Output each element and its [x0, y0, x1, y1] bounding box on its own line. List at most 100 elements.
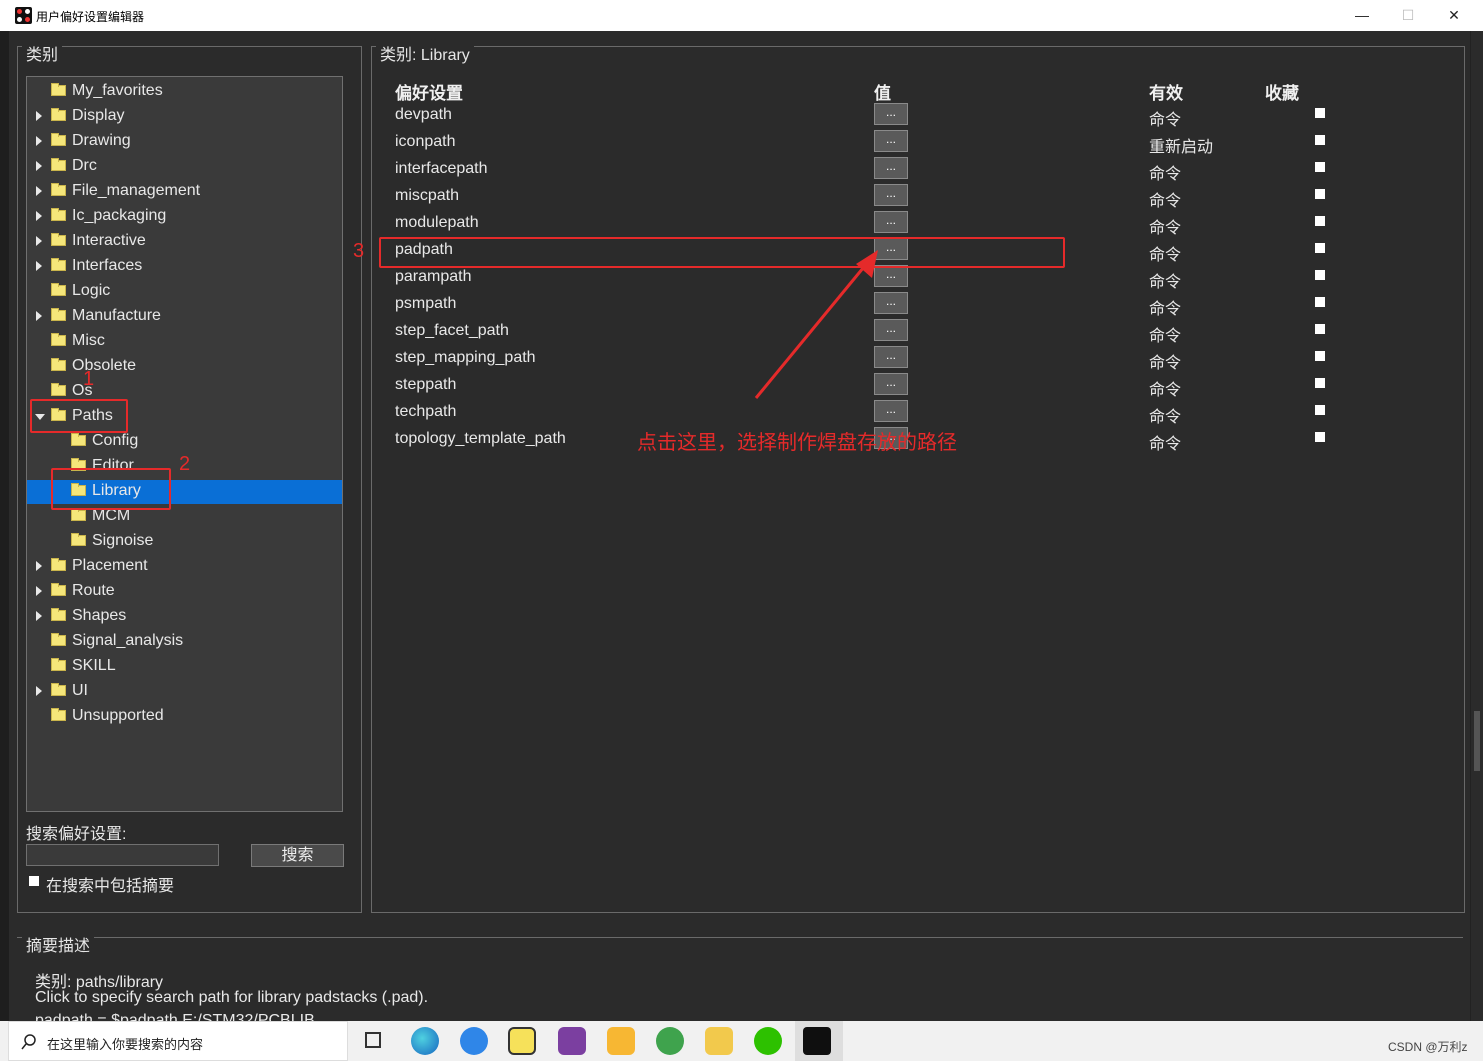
browse-button[interactable]: ...	[874, 157, 908, 179]
pref-name: parampath	[395, 268, 472, 285]
pref-row-steppath: steppath... 命令	[0, 372, 1460, 399]
favorite-checkbox[interactable]	[1315, 270, 1325, 280]
tree-item-skill[interactable]: SKILL	[27, 655, 327, 679]
app-green-icon[interactable]	[656, 1027, 684, 1055]
annotation-arrow	[754, 250, 878, 399]
minimize-button[interactable]: —	[1339, 0, 1385, 31]
pref-name: steppath	[395, 376, 457, 393]
pdf-app-icon[interactable]	[558, 1027, 586, 1055]
favorite-checkbox[interactable]	[1315, 216, 1325, 226]
favorite-checkbox[interactable]	[1315, 405, 1325, 415]
pref-effective: 命令	[1149, 166, 1182, 183]
favorite-checkbox[interactable]	[1315, 378, 1325, 388]
pref-row-techpath: techpath... 命令	[0, 399, 1460, 426]
folder-icon	[51, 608, 66, 621]
folder-icon	[71, 508, 86, 521]
favorite-checkbox[interactable]	[1315, 162, 1325, 172]
chevron-right-icon[interactable]	[36, 561, 42, 571]
favorite-checkbox[interactable]	[1315, 135, 1325, 145]
translator-icon[interactable]	[460, 1027, 488, 1055]
tree-item-label: Unsupported	[72, 707, 164, 724]
annotation-box-library	[51, 468, 171, 510]
tree-item-signoise[interactable]: Signoise	[27, 530, 327, 554]
search-button[interactable]: 搜索	[251, 844, 344, 867]
folder-icon	[51, 558, 66, 571]
tree-item-label: Signal_analysis	[72, 632, 184, 649]
chevron-right-icon[interactable]	[36, 686, 42, 696]
search-label: 搜索偏好设置:	[26, 826, 127, 843]
include-summary-label: 在搜索中包括摘要	[46, 878, 175, 895]
pref-row-iconpath: iconpath... 重新启动	[0, 129, 1460, 156]
pref-effective: 命令	[1149, 382, 1182, 399]
favorite-checkbox[interactable]	[1315, 351, 1325, 361]
pref-name: techpath	[395, 403, 457, 420]
taskbar-search-box[interactable]: 在这里输入你要搜索的内容	[8, 1021, 348, 1061]
pref-effective: 命令	[1149, 355, 1182, 372]
browse-button[interactable]: ...	[874, 211, 908, 233]
tree-item-label: Signoise	[92, 532, 154, 549]
pref-row-miscpath: miscpath... 命令	[0, 183, 1460, 210]
include-summary-checkbox[interactable]	[29, 876, 39, 886]
search-icon	[21, 1034, 36, 1050]
folder-icon	[51, 83, 66, 96]
tree-item-my_favorites[interactable]: My_favorites	[27, 80, 327, 104]
pref-effective: 命令	[1149, 193, 1182, 210]
favorite-checkbox[interactable]	[1315, 243, 1325, 253]
tree-item-placement[interactable]: Placement	[27, 555, 327, 579]
pref-effective: 命令	[1149, 436, 1182, 453]
pref-effective: 命令	[1149, 220, 1182, 237]
tree-item-label: Placement	[72, 557, 148, 574]
tree-item-ui[interactable]: UI	[27, 680, 327, 704]
tree-item-shapes[interactable]: Shapes	[27, 605, 327, 629]
annotation-number-3: 3	[353, 240, 365, 262]
tree-item-route[interactable]: Route	[27, 580, 327, 604]
search-input[interactable]	[26, 844, 219, 866]
scrollbar[interactable]	[1470, 31, 1483, 1021]
tree-item-label: UI	[72, 682, 88, 699]
maximize-button[interactable]: ☐	[1385, 0, 1431, 31]
category-group-title: 类别	[22, 41, 63, 65]
pref-name: devpath	[395, 106, 452, 123]
pref-name: iconpath	[395, 133, 456, 150]
file-explorer-icon[interactable]	[705, 1027, 733, 1055]
pref-effective: 命令	[1149, 247, 1182, 264]
folder-icon	[51, 683, 66, 696]
app-orange-icon[interactable]	[607, 1027, 635, 1055]
folder-icon	[51, 583, 66, 596]
annotation-note: 点击这里，选择制作焊盘存放的路径	[637, 432, 957, 454]
chevron-right-icon[interactable]	[36, 611, 42, 621]
pref-effective: 命令	[1149, 328, 1182, 345]
app-yellow-icon[interactable]	[508, 1027, 536, 1055]
close-button[interactable]: ✕	[1431, 0, 1477, 31]
summary-title: 摘要描述	[22, 932, 95, 956]
pref-effective: 命令	[1149, 301, 1182, 318]
favorite-checkbox[interactable]	[1315, 108, 1325, 118]
pref-effective: 命令	[1149, 409, 1182, 426]
scrollbar-thumb[interactable]	[1474, 711, 1480, 771]
browse-button[interactable]: ...	[874, 184, 908, 206]
favorite-checkbox[interactable]	[1315, 432, 1325, 442]
pref-row-step_facet_path: step_facet_path... 命令	[0, 318, 1460, 345]
favorite-checkbox[interactable]	[1315, 297, 1325, 307]
tree-item-label: Route	[72, 582, 115, 599]
folder-icon	[71, 533, 86, 546]
browse-button[interactable]: ...	[874, 103, 908, 125]
pref-row-psmpath: psmpath... 命令	[0, 291, 1460, 318]
tree-item-signal_analysis[interactable]: Signal_analysis	[27, 630, 327, 654]
app-icon	[15, 7, 32, 24]
task-view-icon[interactable]	[365, 1032, 381, 1048]
favorite-checkbox[interactable]	[1315, 189, 1325, 199]
pref-row-step_mapping_path: step_mapping_path... 命令	[0, 345, 1460, 372]
pref-name: topology_template_path	[395, 430, 566, 447]
tree-item-unsupported[interactable]: Unsupported	[27, 705, 327, 729]
annotation-number-1: 1	[83, 368, 95, 390]
chevron-right-icon[interactable]	[36, 586, 42, 596]
browse-button[interactable]: ...	[874, 130, 908, 152]
pref-row-parampath: parampath... 命令	[0, 264, 1460, 291]
preferences-group-title: 类别: Library	[376, 41, 474, 65]
favorite-checkbox[interactable]	[1315, 324, 1325, 334]
edge-browser-icon[interactable]	[411, 1027, 439, 1055]
folder-icon	[51, 633, 66, 646]
wechat-icon[interactable]	[754, 1027, 782, 1055]
folder-icon	[51, 708, 66, 721]
